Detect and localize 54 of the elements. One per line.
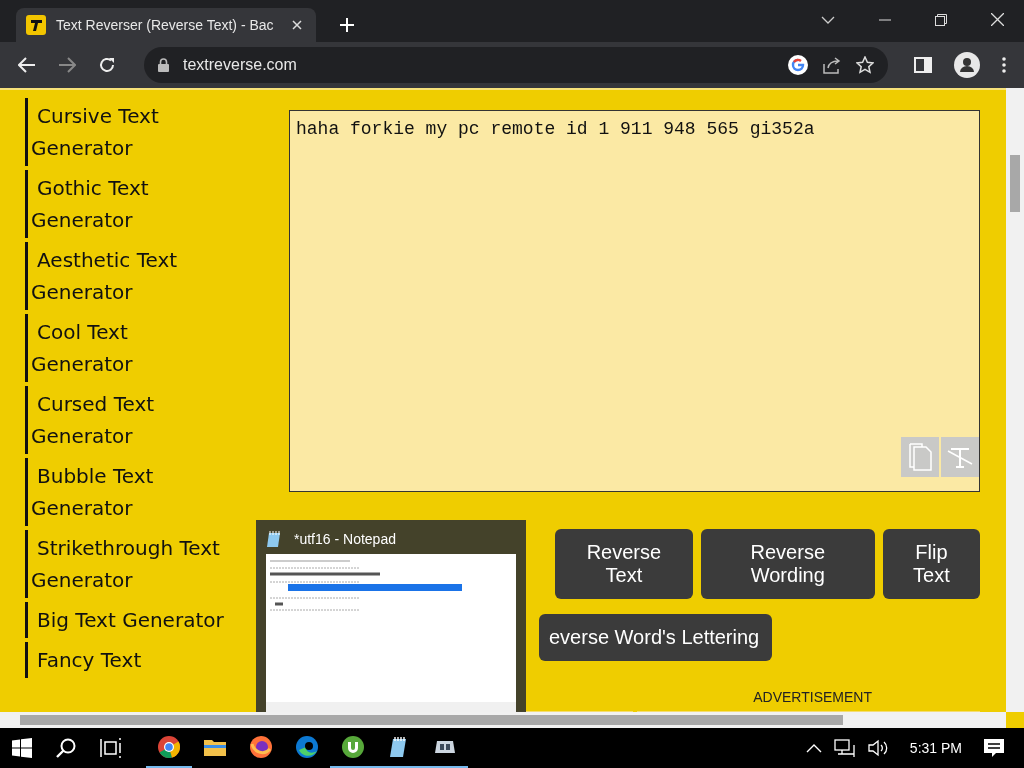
chevron-down-icon[interactable] (821, 15, 835, 24)
network-icon[interactable] (833, 739, 856, 757)
window-preview[interactable]: *utf16 - Notepad (256, 520, 526, 712)
chrome-icon[interactable] (158, 736, 180, 758)
menu-icon[interactable] (1002, 57, 1006, 73)
restore-icon[interactable] (935, 13, 947, 26)
new-tab-icon[interactable] (340, 18, 354, 32)
back-icon[interactable] (18, 57, 36, 73)
action-button[interactable]: Reverse Wording (700, 529, 875, 599)
sidebar-link[interactable]: Cursed Text Generator (25, 386, 231, 454)
search-icon[interactable] (56, 738, 76, 758)
side-panel-icon[interactable] (914, 57, 932, 73)
address-bar[interactable]: textreverse.com (144, 47, 888, 83)
sidebar-link[interactable]: Strikethrough Text Generator (25, 530, 231, 598)
logo-icon (26, 15, 46, 35)
reload-icon[interactable] (98, 56, 116, 74)
forward-icon[interactable] (58, 57, 76, 73)
folder-icon[interactable] (204, 738, 226, 756)
minimize-icon[interactable] (879, 18, 891, 21)
action-button[interactable]: Reverse Text (555, 529, 693, 599)
ad-label: ADVERTISEMENT (752, 689, 872, 705)
chevron-up-icon[interactable] (805, 743, 822, 753)
google-icon[interactable] (788, 55, 808, 75)
sidebar-link[interactable]: Fancy Text (25, 642, 231, 678)
firefox-icon[interactable] (250, 736, 272, 758)
sidebar-link[interactable]: Gothic Text Generator (25, 170, 231, 238)
clock[interactable]: 5:31 PM (909, 740, 962, 756)
sidebar-link[interactable]: Big Text Generator (25, 602, 231, 638)
lock-icon (158, 58, 169, 72)
action-button[interactable]: Flip Text (882, 529, 980, 599)
tab-title: Text Reverser (Reverse Text) - Bac (56, 17, 275, 33)
close-icon[interactable] (292, 20, 302, 30)
share-icon[interactable] (822, 56, 842, 74)
torrent-icon[interactable] (342, 736, 364, 758)
sidebar-link[interactable]: Bubble Text Generator (25, 458, 231, 526)
browser-tab[interactable]: Text Reverser (Reverse Text) - Bac (16, 8, 316, 42)
sidebar-link[interactable]: Aesthetic Text Generator (25, 242, 231, 310)
notepad-icon[interactable] (389, 736, 409, 758)
edge-icon[interactable] (296, 736, 318, 758)
vertical-scrollbar[interactable] (1006, 88, 1024, 712)
close-icon[interactable] (991, 13, 1004, 26)
preview-title: *utf16 - Notepad (294, 531, 396, 547)
sidebar-link[interactable]: Cursive Text Generator (25, 98, 231, 166)
star-icon[interactable] (856, 56, 874, 74)
action-button[interactable]: everse Word's Lettering (539, 614, 773, 661)
windows-start-icon[interactable] (12, 738, 32, 758)
notification-icon[interactable] (984, 739, 1004, 757)
profile-icon[interactable] (954, 52, 980, 78)
volume-icon[interactable] (867, 739, 888, 757)
sidebar-link[interactable]: Cool Text Generator (25, 314, 231, 382)
url-text: textreverse.com (183, 56, 297, 74)
horizontal-scrollbar[interactable] (0, 712, 1006, 728)
task-view-icon[interactable] (100, 738, 122, 758)
app-icon[interactable] (434, 739, 456, 755)
